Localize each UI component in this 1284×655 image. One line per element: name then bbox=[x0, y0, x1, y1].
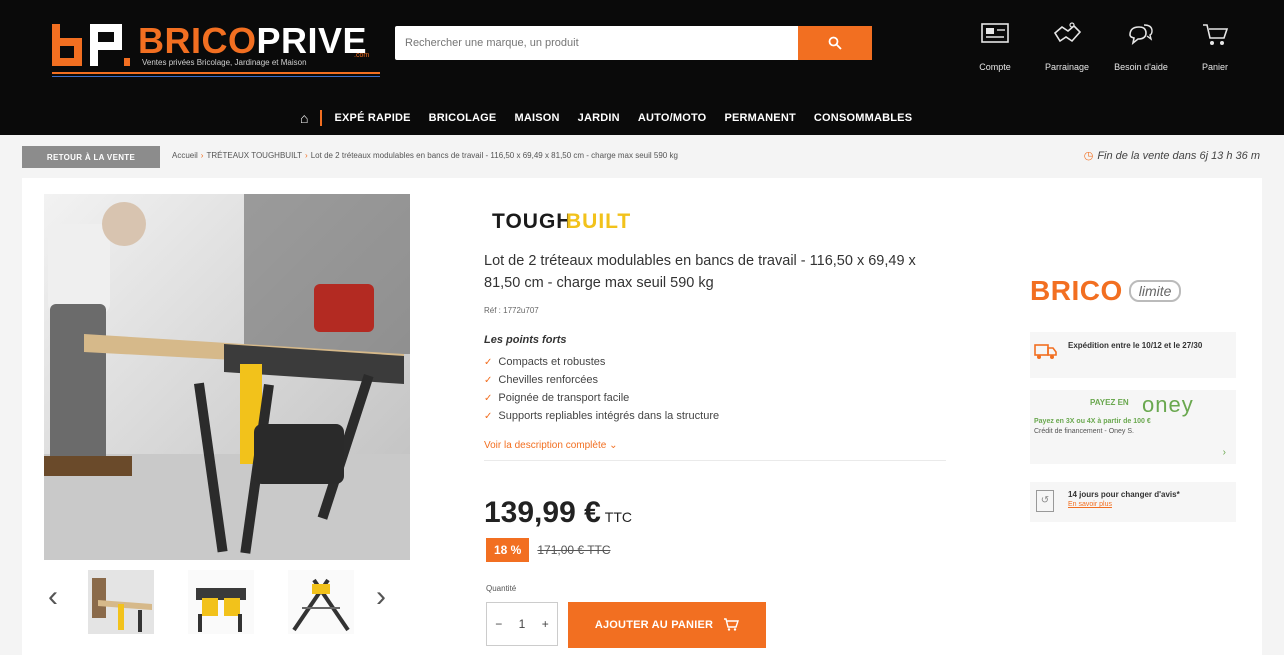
oney-payment-box[interactable]: PAYEZ EN oney Payez en 3X ou 4X à partir… bbox=[1030, 390, 1236, 464]
logo-underline-blue bbox=[52, 76, 380, 77]
back-to-sale-button[interactable]: RETOUR À LA VENTE bbox=[22, 146, 160, 168]
nav-item-bricolage[interactable]: BRICOLAGE bbox=[429, 112, 497, 124]
cart-label: Panier bbox=[1201, 62, 1228, 72]
thumbnail-1[interactable] bbox=[88, 570, 154, 634]
limite-text: limite bbox=[1128, 280, 1182, 302]
oney-legal: Crédit de financement - Oney S. bbox=[1034, 428, 1134, 435]
shipping-info: Expédition entre le 10/12 et le 27/30 bbox=[1030, 332, 1236, 378]
cart-icon bbox=[1180, 18, 1250, 62]
brico-text: BRICO bbox=[1030, 275, 1123, 306]
feature-item: ✓ Poignée de transport facile bbox=[484, 392, 630, 404]
search-input[interactable] bbox=[395, 26, 798, 60]
logo-tagline: Ventes privées Bricolage, Jardinage et M… bbox=[142, 58, 307, 67]
nav-item-maison[interactable]: MAISON bbox=[514, 112, 559, 124]
product-price: 139,99 € TTC bbox=[484, 496, 632, 529]
home-icon[interactable]: ⌂ bbox=[300, 110, 323, 126]
handshake-icon bbox=[1032, 18, 1102, 62]
key-features-list: ✓ Compacts et robustes ✓ Chevilles renforc… bbox=[484, 353, 954, 425]
breadcrumb-sale[interactable]: TRÉTEAUX TOUGHBUILT bbox=[206, 151, 302, 160]
return-document-icon: ↺ bbox=[1036, 490, 1054, 512]
help-link[interactable]: Besoin d'aide bbox=[1106, 18, 1176, 72]
feature-item: ✓ Supports repliables intégrés dans la st… bbox=[484, 410, 720, 422]
nav-item-permanent[interactable]: PERMANENT bbox=[724, 112, 795, 124]
brand-wordmark: TOUGH BUILT bbox=[492, 210, 631, 233]
referral-label: Parrainage bbox=[1044, 62, 1090, 72]
check-icon: ✓ bbox=[484, 411, 493, 422]
next-image-button[interactable]: › bbox=[376, 580, 386, 614]
brand-built: BUILT bbox=[566, 210, 631, 233]
nav-item-expe-rapide[interactable]: EXPÉ RAPIDE bbox=[334, 112, 410, 124]
site-header: BRICOPRIVE .com Ventes privées Bricolage… bbox=[0, 0, 1284, 135]
chevron-down-icon: ⌄ bbox=[609, 440, 618, 451]
discount-badge: 18 % bbox=[486, 538, 530, 562]
header-actions: Compte Parrainage Besoin d'aide Panier bbox=[960, 18, 1260, 88]
divider bbox=[484, 460, 946, 461]
product-reference: Réf : 1772u707 bbox=[484, 306, 539, 315]
product-panel: ‹ › TOUGH BUILT Lot de 2 tréteaux modula… bbox=[22, 178, 1262, 655]
check-icon: ✓ bbox=[484, 375, 493, 386]
search-icon bbox=[828, 36, 842, 50]
cart-icon bbox=[723, 617, 740, 634]
returns-learn-more-link[interactable]: En savoir plus bbox=[1068, 501, 1112, 508]
account-link[interactable]: Compte bbox=[960, 18, 1030, 72]
logo-domain: .com bbox=[354, 52, 370, 59]
product-photo bbox=[44, 194, 410, 560]
product-main-image[interactable] bbox=[44, 194, 410, 560]
logo-underline bbox=[52, 72, 380, 74]
clock-icon: ◷ bbox=[1083, 150, 1094, 162]
original-price: 171,00 € TTC bbox=[537, 543, 611, 557]
key-features-title: Les points forts bbox=[484, 334, 567, 346]
nav-item-jardin[interactable]: JARDIN bbox=[578, 112, 620, 124]
breadcrumb: RETOUR À LA VENTE Accueil › TRÉTEAUX TOUGH… bbox=[22, 146, 1262, 170]
brand-tough: TOUGH bbox=[492, 210, 572, 233]
breadcrumb-path: Accueil › TRÉTEAUX TOUGHBUILT › Lot de 2 tré… bbox=[172, 151, 678, 160]
quantity-label: Quantité bbox=[486, 584, 517, 593]
brico-limite-logo: BRICO limite bbox=[1030, 268, 1236, 314]
add-to-cart-button[interactable]: AJOUTER AU PANIER bbox=[568, 602, 766, 648]
account-card-icon bbox=[960, 18, 1030, 62]
oney-offer: Payez en 3X ou 4X à partir de 100 € bbox=[1034, 418, 1151, 425]
site-logo[interactable]: BRICOPRIVE .com Ventes privées Bricolage… bbox=[52, 20, 382, 80]
chat-bubbles-icon bbox=[1106, 18, 1176, 62]
discount-row: 18 % 171,00 € TTC bbox=[486, 538, 611, 562]
help-label: Besoin d'aide bbox=[1114, 62, 1168, 72]
referral-link[interactable]: Parrainage bbox=[1032, 18, 1102, 72]
breadcrumb-current: Lot de 2 tréteaux modulables en bancs de… bbox=[310, 151, 678, 160]
brand-logo[interactable]: TOUGH BUILT bbox=[492, 206, 632, 236]
main-nav: ⌂ EXPÉ RAPIDE BRICOLAGE MAISON JARDIN AU… bbox=[300, 108, 930, 128]
logo-wordmark: BRICOPRIVE bbox=[138, 20, 368, 61]
shipping-dates: Expédition entre le 10/12 et le 27/30 bbox=[1068, 341, 1203, 350]
product-title: Lot de 2 tréteaux modulables en bancs de… bbox=[484, 253, 916, 291]
search-button[interactable] bbox=[798, 26, 872, 60]
prev-image-button[interactable]: ‹ bbox=[48, 580, 58, 614]
quantity-stepper[interactable]: − 1 + bbox=[486, 602, 558, 646]
search-bar bbox=[395, 26, 872, 60]
delivery-truck-icon bbox=[1034, 342, 1058, 366]
increase-quantity-button[interactable]: + bbox=[542, 617, 549, 631]
full-description-link[interactable]: Voir la description complète ⌄ bbox=[484, 440, 617, 451]
check-icon: ✓ bbox=[484, 393, 493, 404]
feature-item: ✓ Chevilles renforcées bbox=[484, 374, 599, 386]
oney-pay-text: PAYEZ EN bbox=[1090, 398, 1129, 407]
quantity-value[interactable]: 1 bbox=[519, 617, 526, 631]
decrease-quantity-button[interactable]: − bbox=[495, 617, 502, 631]
bp-logo-icon bbox=[52, 24, 130, 66]
nav-item-auto-moto[interactable]: AUTO/MOTO bbox=[638, 112, 707, 124]
thumbnail-2[interactable] bbox=[188, 570, 254, 634]
thumbnail-3[interactable] bbox=[288, 570, 354, 634]
cart-link[interactable]: Panier bbox=[1180, 18, 1250, 72]
sale-countdown: ◷ Fin de la vente dans 6j 13 h 36 m bbox=[1083, 150, 1260, 162]
account-label: Compte bbox=[979, 62, 1011, 72]
feature-item: ✓ Compacts et robustes bbox=[484, 356, 606, 368]
nav-item-consommables[interactable]: CONSOMMABLES bbox=[814, 112, 912, 124]
breadcrumb-home[interactable]: Accueil bbox=[172, 151, 198, 160]
thumbnail-strip: ‹ › bbox=[44, 568, 410, 634]
returns-text: 14 jours pour changer d'avis* bbox=[1068, 490, 1180, 499]
chevron-right-icon: › bbox=[1222, 447, 1226, 458]
oney-logo: oney bbox=[1142, 392, 1194, 417]
check-icon: ✓ bbox=[484, 357, 493, 368]
returns-info: ↺ 14 jours pour changer d'avis* En savoi… bbox=[1030, 482, 1236, 522]
